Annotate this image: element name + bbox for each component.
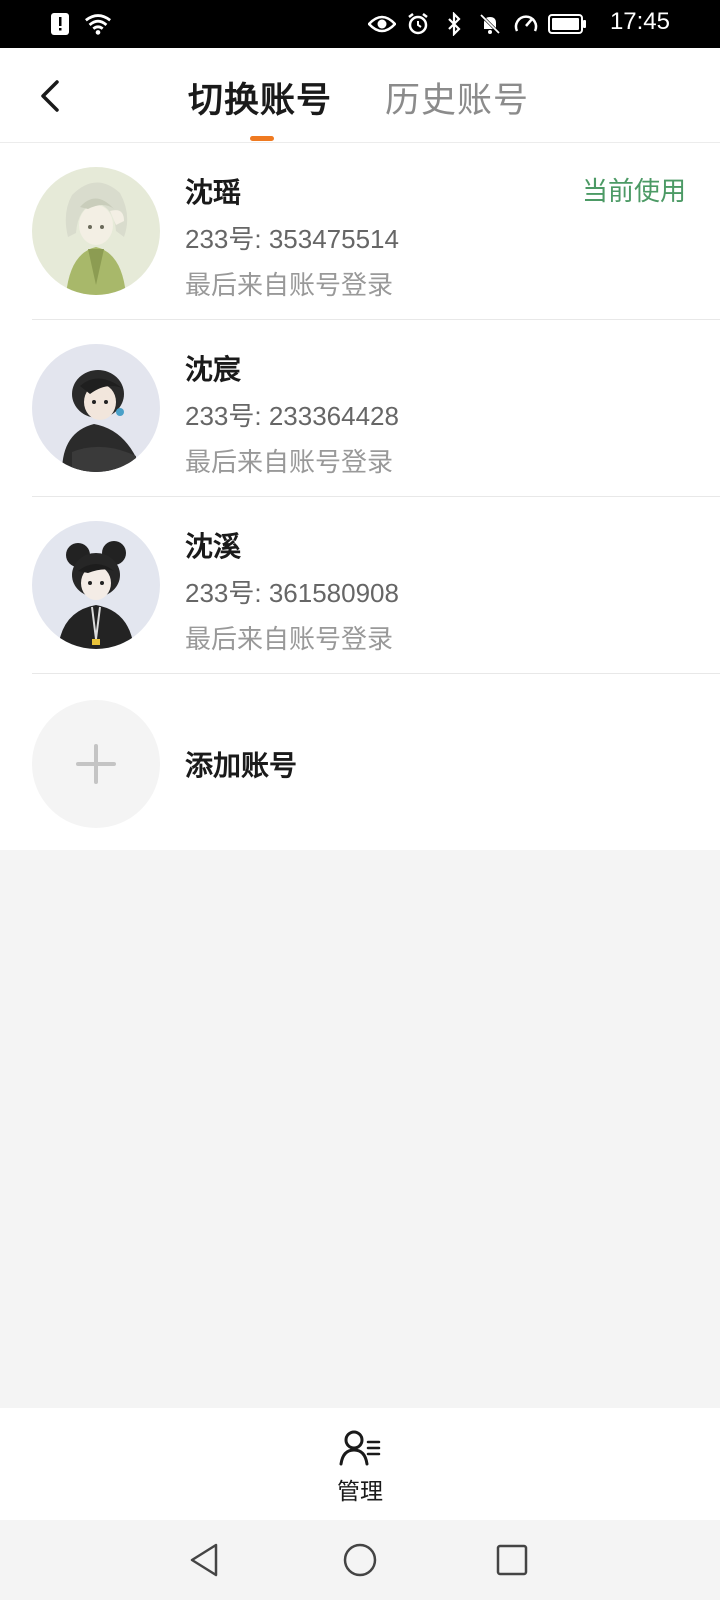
nav-recents-button[interactable] <box>492 1540 532 1580</box>
account-last-login: 最后来自账号登录 <box>185 448 394 478</box>
nav-back-button[interactable] <box>184 1540 224 1580</box>
manage-button[interactable]: 管理 <box>320 1428 400 1514</box>
speed-icon <box>512 10 540 38</box>
tab-switch-account[interactable]: 切换账号 <box>188 72 332 123</box>
avatar <box>32 521 160 649</box>
account-list: 沈瑶 233号: 353475514 最后来自账号登录 当前使用 沈宸 233号… <box>0 143 720 850</box>
battery-icon <box>548 10 588 38</box>
square-recents-icon <box>496 1544 528 1576</box>
tab-history-account[interactable]: 历史账号 <box>385 72 529 123</box>
bottom-bar: 管理 <box>0 1408 720 1520</box>
manage-label: 管理 <box>337 1479 383 1505</box>
back-arrow-icon <box>41 80 59 112</box>
account-name: 沈宸 <box>185 353 242 386</box>
circle-home-icon <box>343 1543 377 1577</box>
sim-alert-icon <box>46 10 74 38</box>
account-name: 沈瑶 <box>185 176 242 209</box>
nav-home-button[interactable] <box>340 1540 380 1580</box>
alarm-icon <box>404 10 432 38</box>
eye-icon <box>368 10 396 38</box>
account-row[interactable]: 沈瑶 233号: 353475514 最后来自账号登录 当前使用 <box>0 143 720 320</box>
status-bar: 17:45 <box>0 0 720 48</box>
account-last-login: 最后来自账号登录 <box>185 625 394 655</box>
header: 切换账号 历史账号 <box>0 48 720 143</box>
account-row[interactable]: 沈宸 233号: 233364428 最后来自账号登录 <box>0 320 720 497</box>
avatar <box>32 344 160 472</box>
add-avatar <box>32 700 160 828</box>
avatar <box>32 167 160 295</box>
add-account-label: 添加账号 <box>185 749 298 782</box>
account-last-login: 最后来自账号登录 <box>185 271 394 301</box>
wifi-icon <box>84 10 112 38</box>
account-uid: 233号: 233364428 <box>185 401 399 431</box>
account-name: 沈溪 <box>185 530 242 563</box>
bluetooth-icon <box>440 10 468 38</box>
account-uid: 233号: 353475514 <box>185 224 399 254</box>
current-badge: 当前使用 <box>581 177 686 207</box>
plus-icon <box>76 744 116 784</box>
system-nav-bar <box>0 1520 720 1600</box>
account-row[interactable]: 沈溪 233号: 361580908 最后来自账号登录 <box>0 497 720 674</box>
back-button[interactable] <box>28 72 72 120</box>
tab-indicator <box>250 136 274 141</box>
triangle-back-icon <box>190 1543 218 1577</box>
user-manage-icon <box>339 1430 381 1466</box>
mute-icon <box>476 10 504 38</box>
status-time: 17:45 <box>609 8 670 35</box>
account-uid: 233号: 361580908 <box>185 578 399 608</box>
add-account-row[interactable]: 添加账号 <box>0 674 720 851</box>
